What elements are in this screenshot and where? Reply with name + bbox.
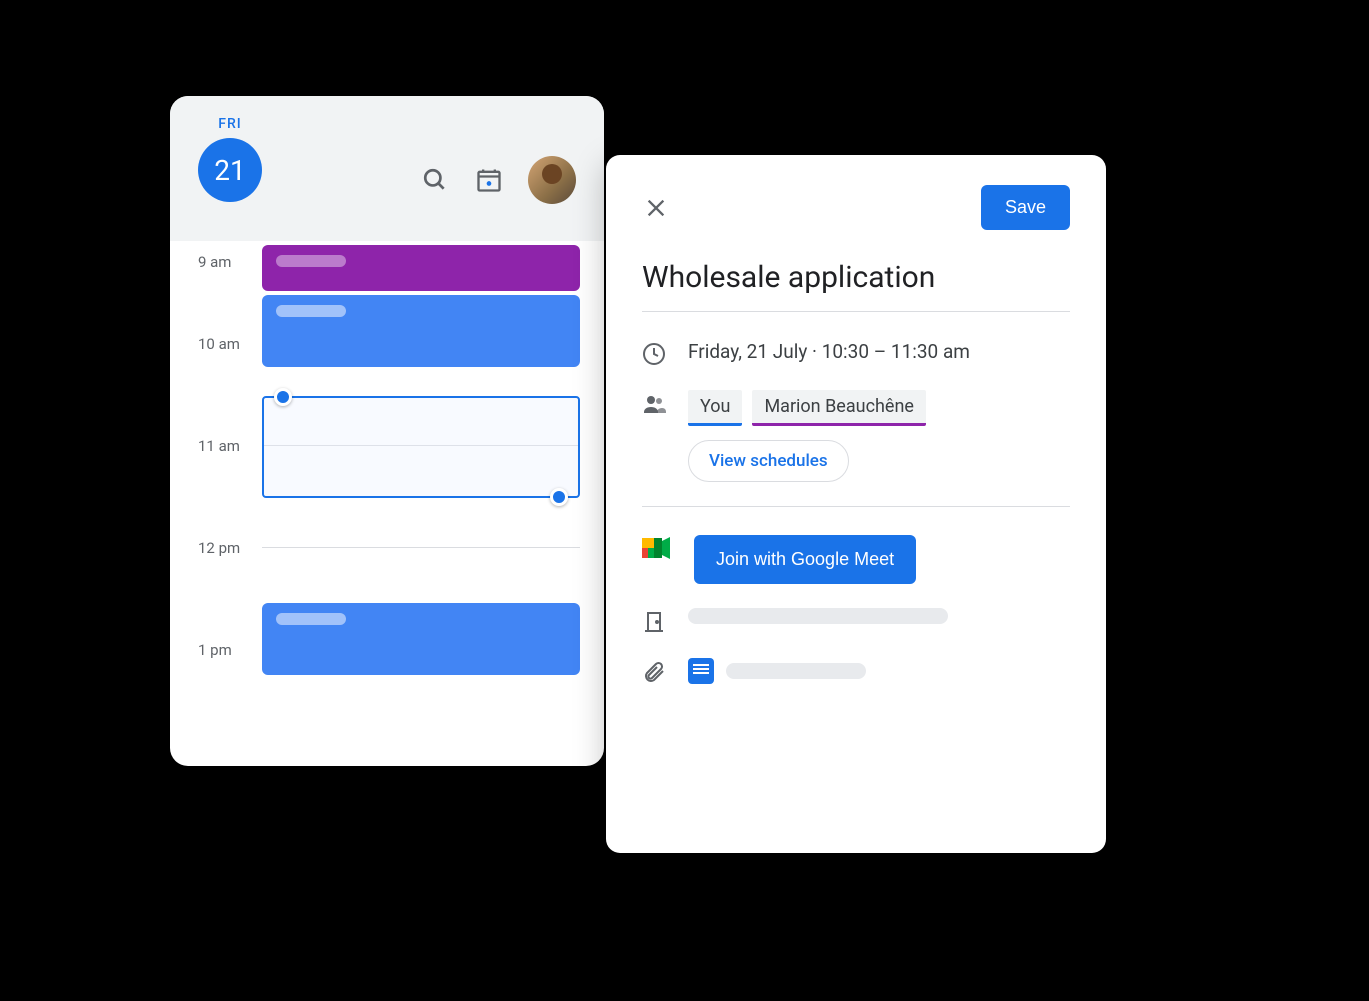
time-label-12pm: 12 pm bbox=[198, 539, 240, 557]
attendees-content: You Marion Beauchêne View schedules bbox=[688, 390, 1070, 482]
room-row bbox=[642, 608, 1070, 634]
calendar-day-view: FRI 21 9 am 10 am 11 am 12 pm 1 pm bbox=[170, 96, 604, 766]
event-title[interactable]: Wholesale application bbox=[642, 260, 1070, 312]
time-label-10am: 10 am bbox=[198, 335, 240, 353]
avatar[interactable] bbox=[528, 156, 576, 204]
close-icon[interactable] bbox=[642, 194, 670, 222]
calendar-header: FRI 21 bbox=[170, 96, 604, 241]
divider bbox=[642, 506, 1070, 507]
search-icon[interactable] bbox=[420, 165, 450, 195]
attachment-placeholder[interactable] bbox=[726, 663, 866, 679]
room-icon bbox=[642, 610, 666, 634]
join-meet-button[interactable]: Join with Google Meet bbox=[694, 535, 916, 584]
header-actions bbox=[420, 156, 576, 204]
timeline[interactable]: 9 am 10 am 11 am 12 pm 1 pm bbox=[170, 241, 604, 766]
event-detail-card: Save Wholesale application Friday, 21 Ju… bbox=[606, 155, 1106, 853]
drag-handle-top[interactable] bbox=[274, 388, 292, 406]
event-block-blue-2[interactable] bbox=[262, 603, 580, 675]
event-card-header: Save bbox=[642, 185, 1070, 230]
date-number: 21 bbox=[198, 138, 262, 202]
save-button[interactable]: Save bbox=[981, 185, 1070, 230]
docs-icon[interactable] bbox=[688, 658, 714, 684]
paperclip-icon bbox=[642, 660, 666, 684]
drag-handle-bottom[interactable] bbox=[550, 488, 568, 506]
event-datetime-text[interactable]: Friday, 21 July · 10:30 – 11:30 am bbox=[688, 340, 1070, 363]
datetime-row: Friday, 21 July · 10:30 – 11:30 am bbox=[642, 340, 1070, 366]
clock-icon bbox=[642, 342, 666, 366]
day-of-week-label: FRI bbox=[218, 116, 242, 132]
time-label-9am: 9 am bbox=[198, 253, 231, 271]
date-block[interactable]: FRI 21 bbox=[198, 116, 262, 202]
room-placeholder[interactable] bbox=[688, 608, 948, 624]
people-icon bbox=[642, 392, 666, 416]
event-selection-box[interactable] bbox=[262, 396, 580, 498]
time-label-1pm: 1 pm bbox=[198, 641, 232, 659]
event-block-purple[interactable] bbox=[262, 245, 580, 291]
today-icon[interactable] bbox=[474, 165, 504, 195]
time-label-11am: 11 am bbox=[198, 437, 240, 455]
attendee-chip-you[interactable]: You bbox=[688, 390, 742, 426]
meet-row: Join with Google Meet bbox=[642, 535, 1070, 584]
attendees-row: You Marion Beauchêne View schedules bbox=[642, 390, 1070, 482]
view-schedules-button[interactable]: View schedules bbox=[688, 440, 849, 482]
attendee-chip-marion[interactable]: Marion Beauchêne bbox=[752, 390, 926, 426]
attachment-row bbox=[642, 658, 1070, 684]
event-block-blue-1[interactable] bbox=[262, 295, 580, 367]
google-meet-icon bbox=[642, 535, 672, 561]
